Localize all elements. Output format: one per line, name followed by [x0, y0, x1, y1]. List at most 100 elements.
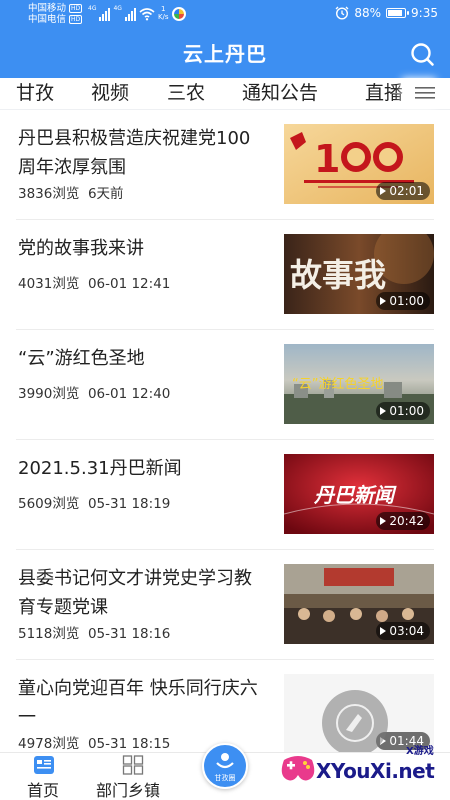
- view-count: 4978浏览: [18, 736, 80, 752]
- menu-icon: [415, 87, 435, 99]
- network-type-2: 4G: [113, 5, 122, 12]
- news-meta: 3990浏览 06-01 12:40: [18, 382, 170, 402]
- duration-text: 03:04: [389, 624, 424, 638]
- gamepad-icon: [281, 756, 315, 781]
- status-right: 88% 9:35: [335, 6, 438, 20]
- news-list: 丹巴县积极营造庆祝建党100周年浓厚氛围 3836浏览 6天前 1 02:01: [0, 110, 450, 770]
- play-icon: [380, 627, 387, 635]
- view-count: 5118浏览: [18, 626, 80, 642]
- play-icon: [380, 297, 387, 305]
- view-count: 4031浏览: [18, 276, 80, 292]
- carrier-1: 中国移动: [28, 3, 67, 14]
- duration-text: 20:42: [389, 514, 424, 528]
- hd-badge: HD: [69, 4, 83, 13]
- thumbnail-caption: 故事我: [290, 256, 386, 294]
- wifi-icon: [139, 8, 155, 21]
- news-meta: 4031浏览 06-01 12:41: [18, 272, 170, 292]
- tab-agriculture[interactable]: 三农: [167, 78, 205, 108]
- video-thumbnail[interactable]: “云”游红色圣地 01:00: [284, 344, 434, 424]
- news-title: 丹巴县积极营造庆祝建党100周年浓厚氛围: [18, 128, 251, 178]
- tab-ganzi[interactable]: 甘孜: [16, 78, 54, 108]
- nav-home[interactable]: 首页: [18, 753, 78, 800]
- duration-badge: 20:42: [376, 512, 430, 530]
- news-item[interactable]: 党的故事我来讲 4031浏览 06-01 12:41 故事我 01:00: [0, 220, 450, 330]
- nav-center-label: 甘孜圈: [214, 774, 236, 782]
- news-title: 童心向党迎百年 快乐同行庆六一: [18, 678, 258, 728]
- publish-time: 06-01 12:40: [87, 386, 171, 402]
- app-notification-icon: [171, 7, 186, 21]
- video-thumbnail[interactable]: 03:04: [284, 564, 434, 644]
- publish-time: 06-01 12:41: [87, 276, 171, 292]
- duration-text: 02:01: [389, 184, 424, 198]
- news-item[interactable]: 县委书记何文才讲党史学习教育专题党课 5118浏览 05-31 18:16 03…: [0, 550, 450, 660]
- play-icon: [380, 517, 387, 525]
- publish-time: 05-31 18:16: [87, 626, 171, 642]
- tab-notices[interactable]: 通知公告: [242, 78, 318, 108]
- view-count: 3836浏览: [18, 186, 80, 202]
- news-item[interactable]: “云”游红色圣地 3990浏览 06-01 12:40 “云”游红色圣地 01:…: [0, 330, 450, 440]
- news-item[interactable]: 2021.5.31丹巴新闻 5609浏览 05-31 18:19 丹巴新闻 20…: [0, 440, 450, 550]
- carrier-info: 中国移动 HD 中国电信 HD: [28, 3, 83, 25]
- home-news-icon: [34, 756, 54, 774]
- news-meta: 5118浏览 05-31 18:16: [18, 622, 170, 642]
- network-type-1: 4G: [88, 5, 97, 12]
- thumbnail-caption: “云”游红色圣地: [292, 376, 383, 392]
- net-speed-value: 1: [161, 5, 166, 13]
- publish-time: 6天前: [87, 186, 124, 202]
- status-bar: 中国移动 HD 中国电信 HD 4G 4G 1 K/s 88% 9:35: [0, 0, 450, 30]
- signal-indicators: 4G 4G 1 K/s: [88, 5, 186, 21]
- duration-badge: 03:04: [376, 622, 430, 640]
- net-speed: 1 K/s: [158, 5, 169, 21]
- svg-text:1: 1: [314, 137, 340, 181]
- category-tabs: 甘孜 视频 三农 通知公告 直播: [0, 78, 450, 110]
- duration-badge: 01:00: [376, 292, 430, 310]
- view-count: 5609浏览: [18, 496, 80, 512]
- battery-icon: [386, 8, 410, 18]
- app-screen: 中国移动 HD 中国电信 HD 4G 4G 1 K/s 88% 9:35 云上丹…: [0, 0, 450, 800]
- news-title: 党的故事我来讲: [18, 238, 144, 259]
- carrier-2: 中国电信: [28, 14, 67, 25]
- duration-badge: 02:01: [376, 182, 430, 200]
- view-count: 3990浏览: [18, 386, 80, 402]
- search-icon: [411, 43, 434, 66]
- publish-time: 05-31 18:19: [87, 496, 171, 512]
- nav-center-button[interactable]: 甘孜圈: [202, 743, 248, 789]
- video-thumbnail[interactable]: 丹巴新闻 20:42: [284, 454, 434, 534]
- clock-time: 9:35: [411, 6, 438, 20]
- battery-fill: [388, 10, 403, 16]
- play-icon: [380, 187, 387, 195]
- news-title: “云”游红色圣地: [18, 348, 145, 369]
- signal-icon: [99, 7, 111, 21]
- tab-live[interactable]: 直播: [365, 78, 403, 108]
- app-title: 云上丹巴: [183, 42, 267, 66]
- news-title: 县委书记何文才讲党史学习教育专题党课: [18, 568, 252, 618]
- duration-text: 01:00: [389, 404, 424, 418]
- duration-text: 01:00: [389, 294, 424, 308]
- watermark-logo: XYouXi.net X游戏: [278, 740, 450, 800]
- play-icon: [380, 407, 387, 415]
- thumbnail-caption: 丹巴新闻: [313, 483, 397, 507]
- tab-menu-button[interactable]: [408, 78, 442, 108]
- duration-badge: 01:00: [376, 402, 430, 420]
- video-thumbnail[interactable]: 故事我 01:00: [284, 234, 434, 314]
- net-speed-unit: K/s: [157, 13, 169, 21]
- search-button[interactable]: [408, 40, 436, 68]
- news-title: 2021.5.31丹巴新闻: [18, 458, 182, 479]
- nav-departments[interactable]: 部门乡镇: [94, 753, 178, 800]
- news-meta: 5609浏览 05-31 18:19: [18, 492, 170, 512]
- watermark-tag: X游戏: [406, 746, 434, 757]
- video-thumbnail[interactable]: 1 02:01: [284, 124, 434, 204]
- tab-video[interactable]: 视频: [91, 78, 129, 108]
- news-meta: 4978浏览 05-31 18:15: [18, 732, 170, 752]
- nav-departments-label: 部门乡镇: [96, 781, 161, 800]
- watermark-text: XYouXi.net: [316, 759, 435, 783]
- signal-icon: [124, 7, 136, 21]
- hd-badge: HD: [69, 15, 83, 24]
- grid-icon: [122, 755, 144, 775]
- news-item[interactable]: 丹巴县积极营造庆祝建党100周年浓厚氛围 3836浏览 6天前 1 02:01: [0, 110, 450, 220]
- alarm-clock-icon: [335, 6, 349, 20]
- nav-home-label: 首页: [27, 781, 60, 800]
- hands-icon: [216, 753, 234, 769]
- app-header: 云上丹巴: [0, 30, 450, 78]
- news-meta: 3836浏览 6天前: [18, 182, 124, 202]
